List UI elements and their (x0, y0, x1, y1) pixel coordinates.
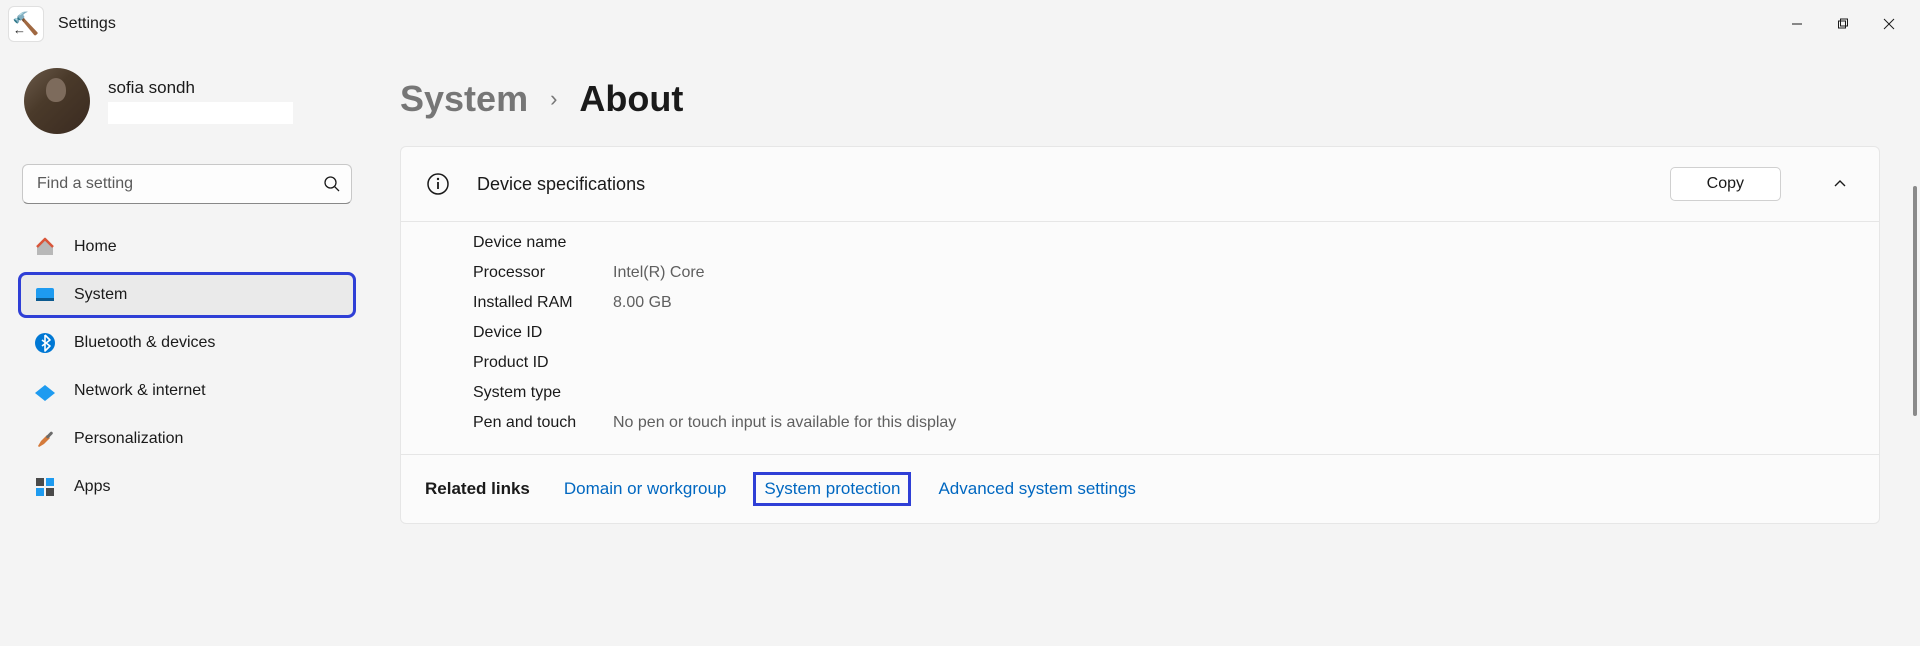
spec-label: Installed RAM (473, 294, 613, 312)
titlebar: 🔨 ← Settings (0, 0, 1920, 48)
info-icon (425, 171, 451, 197)
content: sofia sondh Home System (0, 48, 1920, 646)
sidebar-item-bluetooth[interactable]: Bluetooth & devices (20, 322, 354, 364)
wifi-icon (34, 380, 56, 402)
sidebar-item-network[interactable]: Network & internet (20, 370, 354, 412)
spec-row-system-type: System type (473, 378, 1855, 408)
breadcrumb-parent[interactable]: System (400, 78, 528, 120)
apps-icon (34, 476, 56, 498)
system-icon (34, 284, 56, 306)
spec-value: 8.00 GB (613, 294, 672, 312)
maximize-button[interactable] (1820, 4, 1866, 44)
sidebar-item-label: Apps (74, 478, 110, 496)
spec-row-processor: Processor Intel(R) Core (473, 258, 1855, 288)
paintbrush-icon (34, 428, 56, 450)
titlebar-left: 🔨 ← Settings (8, 6, 116, 42)
sidebar-item-apps[interactable]: Apps (20, 466, 354, 508)
sidebar-item-label: System (74, 286, 127, 304)
spec-row-ram: Installed RAM 8.00 GB (473, 288, 1855, 318)
minimize-button[interactable] (1774, 4, 1820, 44)
sidebar-item-label: Network & internet (74, 382, 206, 400)
profile-info: sofia sondh (108, 78, 293, 124)
sidebar-item-home[interactable]: Home (20, 226, 354, 268)
avatar (24, 68, 90, 134)
sidebar-item-personalization[interactable]: Personalization (20, 418, 354, 460)
chevron-right-icon: › (550, 86, 557, 112)
spec-label: Processor (473, 264, 613, 282)
profile-name: sofia sondh (108, 78, 293, 98)
collapse-button[interactable] (1825, 169, 1855, 199)
spec-label: System type (473, 384, 613, 402)
card-title: Device specifications (477, 174, 1644, 195)
spec-value: No pen or touch input is available for t… (613, 414, 956, 432)
close-icon (1883, 18, 1895, 30)
spec-row-device-name: Device name (473, 228, 1855, 258)
copy-button[interactable]: Copy (1670, 167, 1781, 201)
back-arrow-icon: ← (13, 22, 26, 37)
nav-list: Home System Bluetooth & devices Network … (20, 226, 362, 508)
bluetooth-icon (34, 332, 56, 354)
profile[interactable]: sofia sondh (20, 68, 362, 134)
scrollbar-thumb[interactable] (1913, 186, 1917, 416)
spec-label: Device name (473, 234, 613, 252)
window-controls (1774, 4, 1912, 44)
search-input[interactable] (22, 164, 352, 204)
chevron-up-icon (1832, 176, 1848, 192)
card-header[interactable]: Device specifications Copy (401, 147, 1879, 221)
sidebar-item-label: Personalization (74, 430, 183, 448)
related-links: Related links Domain or workgroup System… (401, 454, 1879, 523)
link-system-protection[interactable]: System protection (756, 475, 908, 503)
spec-label: Pen and touch (473, 414, 613, 432)
maximize-icon (1837, 18, 1849, 30)
related-label: Related links (425, 479, 530, 499)
search-box (22, 164, 352, 204)
device-specs-card: Device specifications Copy Device name P… (400, 146, 1880, 524)
scrollbar[interactable] (1912, 48, 1918, 646)
spec-label: Product ID (473, 354, 613, 372)
sidebar-item-label: Home (74, 238, 117, 256)
sidebar-item-label: Bluetooth & devices (74, 334, 215, 352)
app-title: Settings (58, 15, 116, 33)
spec-value: Intel(R) Core (613, 264, 705, 282)
link-advanced-settings[interactable]: Advanced system settings (930, 475, 1143, 503)
sidebar: sofia sondh Home System (0, 48, 370, 646)
profile-email (108, 102, 293, 124)
spec-row-pen-touch: Pen and touch No pen or touch input is a… (473, 408, 1855, 438)
minimize-icon (1791, 18, 1803, 30)
breadcrumb-current: About (579, 78, 683, 120)
spec-label: Device ID (473, 324, 613, 342)
spec-row-product-id: Product ID (473, 348, 1855, 378)
breadcrumb: System › About (400, 78, 1880, 120)
spec-row-device-id: Device ID (473, 318, 1855, 348)
search-icon (323, 175, 341, 193)
close-button[interactable] (1866, 4, 1912, 44)
main: System › About Device specifications Cop… (370, 48, 1920, 646)
home-icon (34, 236, 56, 258)
sidebar-item-system[interactable]: System (20, 274, 354, 316)
card-body: Device name Processor Intel(R) Core Inst… (401, 221, 1879, 454)
link-domain-workgroup[interactable]: Domain or workgroup (556, 475, 735, 503)
search-button[interactable] (322, 174, 342, 194)
app-icon[interactable]: 🔨 ← (8, 6, 44, 42)
